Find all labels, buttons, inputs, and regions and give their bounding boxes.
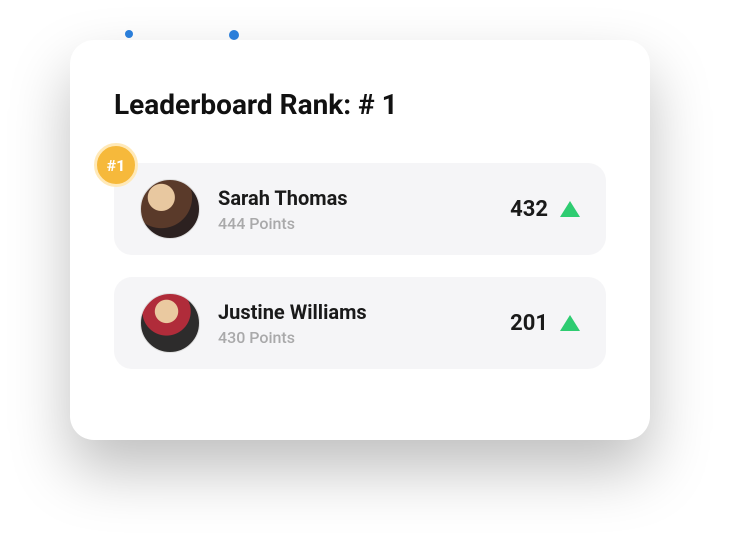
avatar	[140, 293, 200, 353]
page-title: Leaderboard Rank: # 1	[114, 88, 606, 121]
user-name: Justine Williams	[218, 300, 510, 324]
list-item[interactable]: Justine Williams 430 Points 201	[114, 277, 606, 369]
rank-badge: #1	[94, 143, 138, 187]
avatar	[140, 179, 200, 239]
trend-up-icon	[560, 201, 580, 217]
leaderboard-card: Leaderboard Rank: # 1 #1 Sarah Thomas 44…	[70, 40, 650, 440]
user-name: Sarah Thomas	[218, 186, 510, 210]
trend-up-icon	[560, 315, 580, 331]
user-points: 444 Points	[218, 214, 510, 233]
confetti-dot-icon	[125, 30, 133, 38]
user-info: Sarah Thomas 444 Points	[218, 186, 510, 233]
user-score: 432	[510, 197, 548, 222]
confetti-dot-icon	[229, 30, 239, 40]
user-points: 430 Points	[218, 328, 510, 347]
list-item[interactable]: #1 Sarah Thomas 444 Points 432	[114, 163, 606, 255]
user-score: 201	[510, 311, 548, 336]
user-info: Justine Williams 430 Points	[218, 300, 510, 347]
